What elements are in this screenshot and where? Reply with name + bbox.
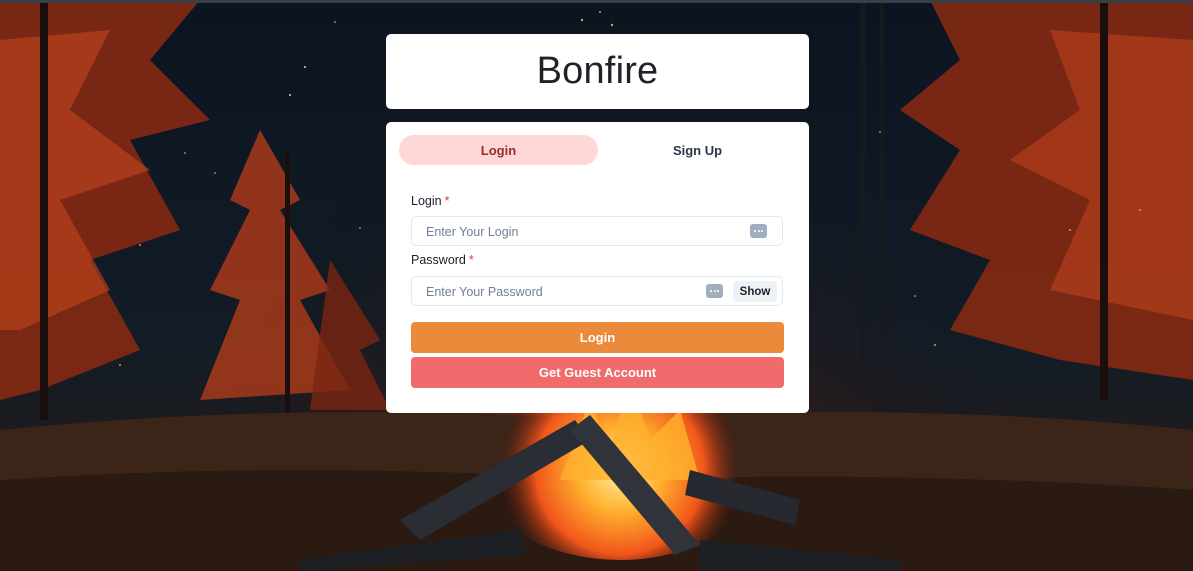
app-title-card: Bonfire [386, 34, 809, 109]
auth-tabs: Login Sign Up [399, 135, 796, 165]
login-button[interactable]: Login [411, 322, 784, 353]
auth-form-card: Login Sign Up Login* Password* Show Logi… [386, 122, 809, 413]
guest-account-button[interactable]: Get Guest Account [411, 357, 784, 388]
login-input[interactable] [424, 217, 708, 247]
window-top-border [0, 0, 1193, 3]
required-mark: * [444, 194, 450, 208]
password-input[interactable] [424, 277, 708, 307]
login-field[interactable] [411, 216, 783, 247]
password-manager-icon[interactable] [706, 284, 723, 298]
tab-sign-up[interactable]: Sign Up [598, 135, 797, 165]
required-mark: * [468, 253, 474, 267]
tab-login[interactable]: Login [399, 135, 598, 165]
app-title: Bonfire [536, 50, 659, 92]
login-field-label: Login * [411, 194, 449, 208]
password-field[interactable]: Show [411, 276, 783, 307]
login-label-text: Login [411, 194, 442, 208]
password-manager-icon[interactable] [750, 224, 767, 238]
password-label-text: Password [411, 253, 466, 267]
password-field-label: Password * [411, 253, 474, 267]
show-password-button[interactable]: Show [733, 281, 777, 302]
